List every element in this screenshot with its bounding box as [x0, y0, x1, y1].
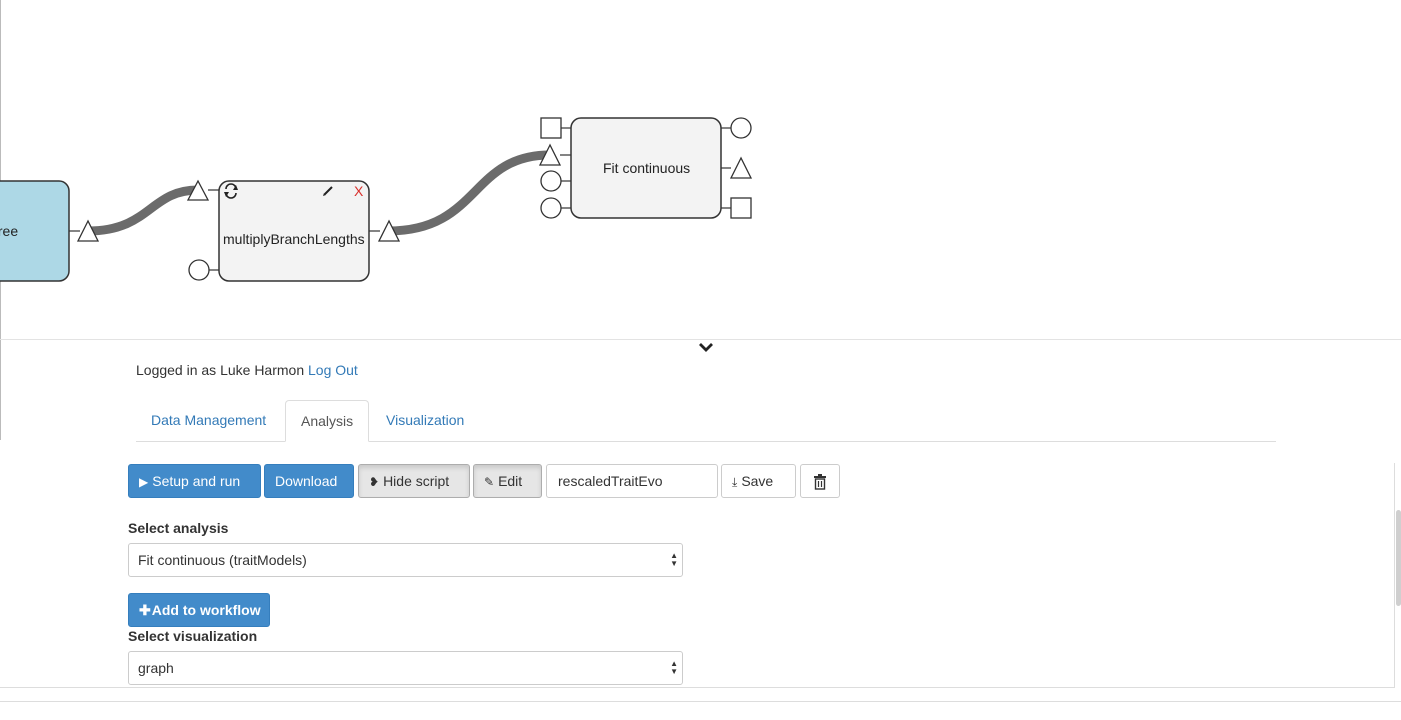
download-button[interactable]: Download	[264, 464, 354, 498]
workflow-canvas[interactable]: tree multiplyBranchLengths X Fit continu…	[0, 0, 1401, 340]
tab-visualization[interactable]: Visualization	[371, 400, 479, 440]
hide-script-label: Hide script	[383, 473, 450, 489]
play-icon: ▶	[139, 475, 149, 489]
hide-script-button[interactable]: ❥ Hide script	[358, 464, 470, 498]
input-port-circle[interactable]	[540, 197, 562, 219]
download-icon: ⤓	[732, 475, 738, 489]
workflow-name-input[interactable]	[546, 464, 718, 498]
edit-button[interactable]: ✎ Edit	[473, 464, 542, 498]
output-port-triangle[interactable]	[729, 156, 753, 179]
tab-data-management[interactable]: Data Management	[136, 400, 281, 440]
visualization-selected: graph	[138, 660, 174, 676]
visualization-select[interactable]: graph ▲ ▼	[128, 651, 683, 685]
login-text: Logged in as Luke Harmon	[136, 362, 305, 378]
select-visualization-label: Select visualization	[128, 628, 258, 644]
connection-multiply-fit	[387, 150, 551, 236]
eye-slash-icon: ❥	[369, 475, 380, 489]
setup-run-label: Setup and run	[152, 473, 241, 489]
node-tree-label: tree	[0, 223, 18, 239]
node-fit-label: Fit continuous	[603, 160, 690, 176]
select-arrows-icon: ▲ ▼	[670, 659, 678, 676]
save-button[interactable]: ⤓ Save	[721, 464, 796, 498]
tab-analysis[interactable]: Analysis	[285, 400, 369, 442]
delete-button[interactable]	[800, 464, 840, 498]
scrollbar[interactable]	[1396, 510, 1401, 606]
select-arrows-icon: ▲ ▼	[670, 551, 678, 568]
add-to-workflow-label: Add to workflow	[151, 602, 261, 618]
trash-icon	[814, 474, 826, 490]
analysis-selected: Fit continuous (traitModels)	[138, 552, 307, 568]
output-port-square[interactable]	[730, 197, 752, 219]
main-tabs: Data Management Analysis Visualization	[136, 400, 1276, 442]
add-to-workflow-button[interactable]: ✚Add to workflow	[128, 593, 270, 627]
input-port-circle[interactable]	[540, 170, 562, 192]
chevron-down-icon[interactable]	[697, 340, 715, 356]
bottom-border	[0, 701, 1401, 702]
edit-icon: ✎	[484, 475, 495, 489]
input-port-circle[interactable]	[188, 259, 210, 281]
login-status: Logged in as Luke Harmon Log Out	[136, 362, 358, 378]
logout-link[interactable]: Log Out	[308, 362, 358, 378]
analysis-select[interactable]: Fit continuous (traitModels) ▲ ▼	[128, 543, 683, 577]
output-port-circle[interactable]	[730, 117, 752, 139]
node-tree[interactable]: tree	[0, 180, 100, 282]
node-multiply-label: multiplyBranchLengths	[223, 231, 365, 247]
node-multiply-branch-lengths[interactable]: multiplyBranchLengths X	[186, 179, 401, 282]
plus-icon: ✚	[139, 602, 151, 618]
connection-tree-multiply	[87, 185, 199, 236]
setup-run-button[interactable]: ▶ Setup and run	[128, 464, 261, 498]
input-port-square[interactable]	[540, 117, 562, 139]
save-label: Save	[741, 473, 774, 489]
node-fit-continuous[interactable]: Fit continuous	[538, 117, 753, 219]
remove-node-icon[interactable]: X	[354, 183, 364, 199]
edit-label: Edit	[498, 473, 523, 489]
select-analysis-label: Select analysis	[128, 520, 229, 536]
